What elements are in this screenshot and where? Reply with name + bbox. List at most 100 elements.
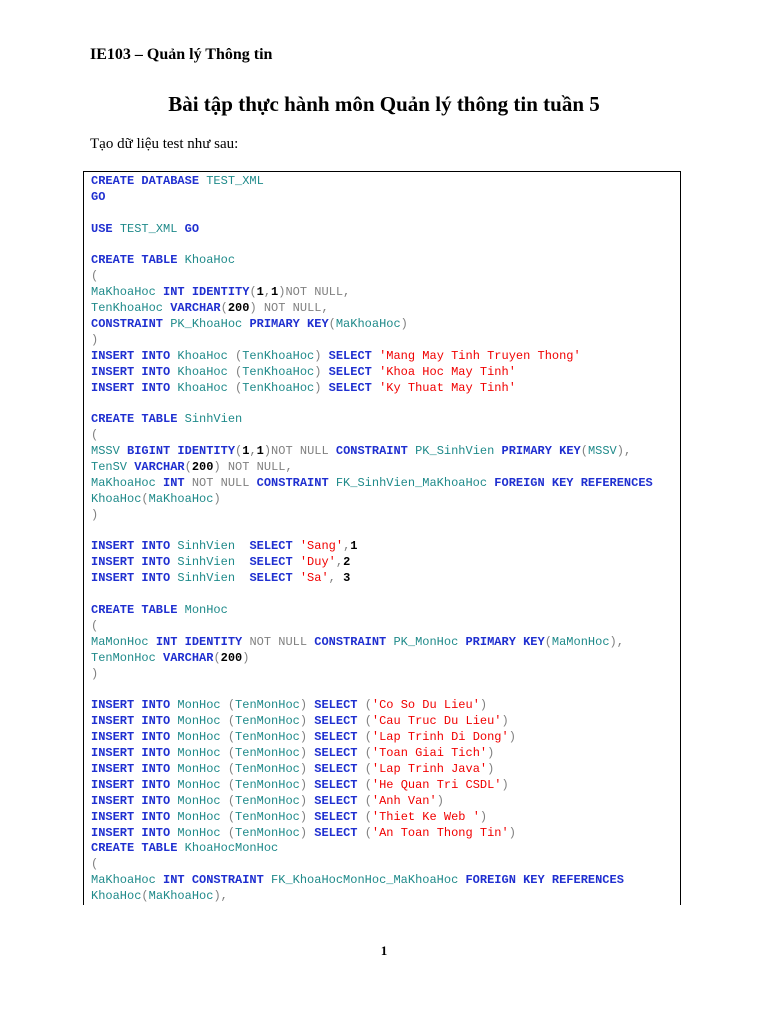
code-token: VARCHAR	[134, 460, 185, 475]
code-token: (	[227, 825, 236, 840]
code-line: KhoaHoc(MaKhoaHoc)	[91, 492, 680, 508]
code-token: CONSTRAINT	[314, 634, 394, 649]
code-token: 3	[343, 571, 351, 586]
code-line: INSERT INTO MonHoc (TenMonHoc) SELECT ('…	[91, 778, 680, 794]
code-token: 1	[256, 285, 264, 300]
code-token: )	[508, 825, 516, 840]
code-token: )	[91, 666, 99, 681]
code-line: (	[91, 428, 680, 444]
code-line: TenSV VARCHAR(200) NOT NULL,	[91, 460, 680, 476]
code-token: NOT NULL	[249, 634, 315, 649]
code-line: MaKhoaHoc INT NOT NULL CONSTRAINT FK_Sin…	[91, 476, 680, 492]
code-token: MaKhoaHoc	[148, 491, 214, 506]
code-token: )	[487, 761, 495, 776]
code-token: TEST_XML	[119, 221, 185, 236]
code-token: MonHoc	[177, 698, 228, 713]
code-token: )	[314, 364, 329, 379]
code-line: INSERT INTO SinhVien SELECT 'Duy',2	[91, 555, 680, 571]
code-token: )	[299, 730, 315, 745]
code-token: INSERT INTO	[91, 777, 178, 792]
code-token: TenMonHoc	[235, 761, 300, 776]
code-token: CONSTRAINT	[335, 444, 416, 459]
code-token: (	[227, 698, 236, 713]
code-token: )	[508, 730, 516, 745]
code-token: 'Lap Trinh Java'	[371, 761, 488, 776]
code-token: (	[213, 650, 221, 665]
code-token: 'Anh Van'	[371, 793, 437, 808]
code-token: SELECT	[314, 698, 365, 713]
code-token: (	[328, 317, 336, 332]
code-token: MonHoc	[177, 761, 228, 776]
code-token: MSSV	[91, 444, 128, 459]
code-token: INSERT INTO	[91, 746, 178, 761]
code-token: 1	[256, 444, 264, 459]
code-token: SELECT	[314, 746, 365, 761]
code-line: INSERT INTO KhoaHoc (TenKhoaHoc) SELECT …	[91, 365, 680, 381]
code-token: (	[364, 714, 372, 729]
code-token: FK_KhoaHocMonHoc_MaKhoaHoc	[271, 873, 466, 888]
code-line: CREATE TABLE SinhVien	[91, 412, 680, 428]
code-token: INT IDENTITY	[155, 634, 250, 649]
code-line: GO	[91, 190, 680, 206]
code-token: MonHoc	[177, 714, 228, 729]
code-line: CREATE TABLE KhoaHoc	[91, 253, 680, 269]
code-line: INSERT INTO MonHoc (TenMonHoc) SELECT ('…	[91, 762, 680, 778]
code-token: (	[364, 761, 372, 776]
code-token: TenKhoaHoc	[242, 380, 315, 395]
code-line: TenKhoaHoc VARCHAR(200) NOT NULL,	[91, 301, 680, 317]
code-line: MaKhoaHoc INT CONSTRAINT FK_KhoaHocMonHo…	[91, 873, 680, 889]
code-token: )	[299, 746, 315, 761]
code-token: SELECT	[314, 777, 365, 792]
code-token: SinhVien	[184, 412, 243, 427]
code-token: (	[141, 491, 149, 506]
code-token: CREATE TABLE	[91, 253, 185, 268]
code-token: )NOT NULL,	[278, 285, 351, 300]
code-token: FOREIGN KEY REFERENCES	[494, 475, 653, 490]
code-line: (	[91, 269, 680, 285]
code-token: (	[141, 889, 149, 904]
code-token: MonHoc	[177, 730, 228, 745]
code-token: TenKhoaHoc	[242, 348, 315, 363]
code-line: )	[91, 333, 680, 349]
code-token: 'Lap Trinh Di Dong'	[371, 730, 509, 745]
code-token: (	[220, 301, 228, 316]
code-token: MaKhoaHoc	[91, 475, 164, 490]
code-line: (	[91, 857, 680, 873]
code-token: SELECT	[249, 539, 300, 554]
code-token: 'Ky Thuat May Tinh'	[379, 380, 516, 395]
code-token: SELECT	[314, 809, 365, 824]
code-token: 1	[350, 539, 358, 554]
code-token: CONSTRAINT	[256, 475, 336, 490]
code-token: SELECT	[314, 761, 365, 776]
code-token: 'Mang May Tinh Truyen Thong'	[379, 348, 581, 363]
code-token: ) NOT NULL,	[249, 301, 329, 316]
code-token: SinhVien	[177, 555, 250, 570]
code-token: KhoaHoc	[177, 348, 236, 363]
code-token: CREATE TABLE	[91, 841, 185, 856]
code-token: SELECT	[314, 730, 365, 745]
code-line: INSERT INTO MonHoc (TenMonHoc) SELECT ('…	[91, 794, 680, 810]
code-token: CONSTRAINT	[91, 317, 171, 332]
code-line: INSERT INTO MonHoc (TenMonHoc) SELECT ('…	[91, 810, 680, 826]
code-token: )	[501, 714, 509, 729]
code-token: INSERT INTO	[91, 809, 178, 824]
code-token: KhoaHocMonHoc	[184, 841, 279, 856]
code-line: )	[91, 667, 680, 683]
code-token: SinhVien	[177, 571, 250, 586]
code-token: (	[227, 746, 236, 761]
code-token: 'Co So Du Lieu'	[371, 698, 480, 713]
code-token: 'Khoa Hoc May Tinh'	[379, 364, 516, 379]
code-token: INSERT INTO	[91, 698, 178, 713]
code-token: MaKhoaHoc	[91, 285, 164, 300]
code-token: ,	[249, 444, 257, 459]
code-token: )NOT NULL	[263, 444, 336, 459]
code-token: ),	[616, 444, 632, 459]
code-token: (	[184, 460, 192, 475]
code-token: )	[314, 348, 329, 363]
code-token: TenMonHoc	[235, 746, 300, 761]
code-token: MonHoc	[177, 793, 228, 808]
code-token: 200	[220, 650, 243, 665]
code-token: VARCHAR	[163, 650, 214, 665]
code-token: (	[364, 746, 372, 761]
